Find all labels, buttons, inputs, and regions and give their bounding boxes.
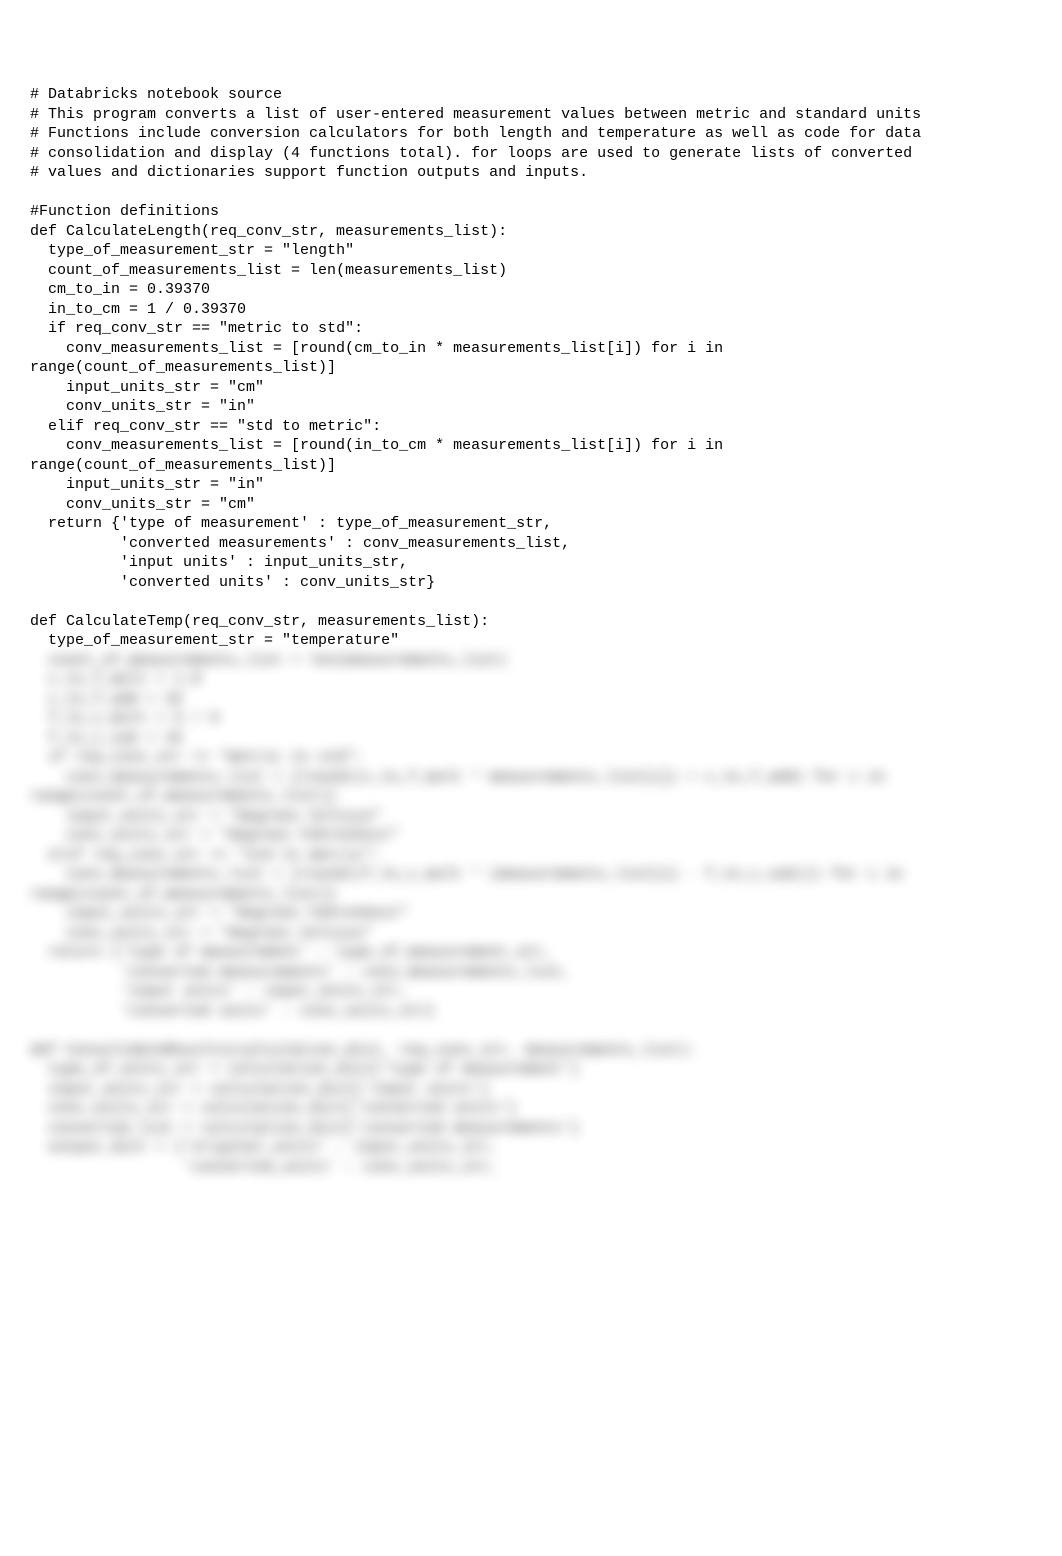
code-blurred: count_of_measurements_list = len(measure…: [30, 651, 1032, 1178]
code-visible: # Databricks notebook source # This prog…: [30, 85, 1032, 651]
